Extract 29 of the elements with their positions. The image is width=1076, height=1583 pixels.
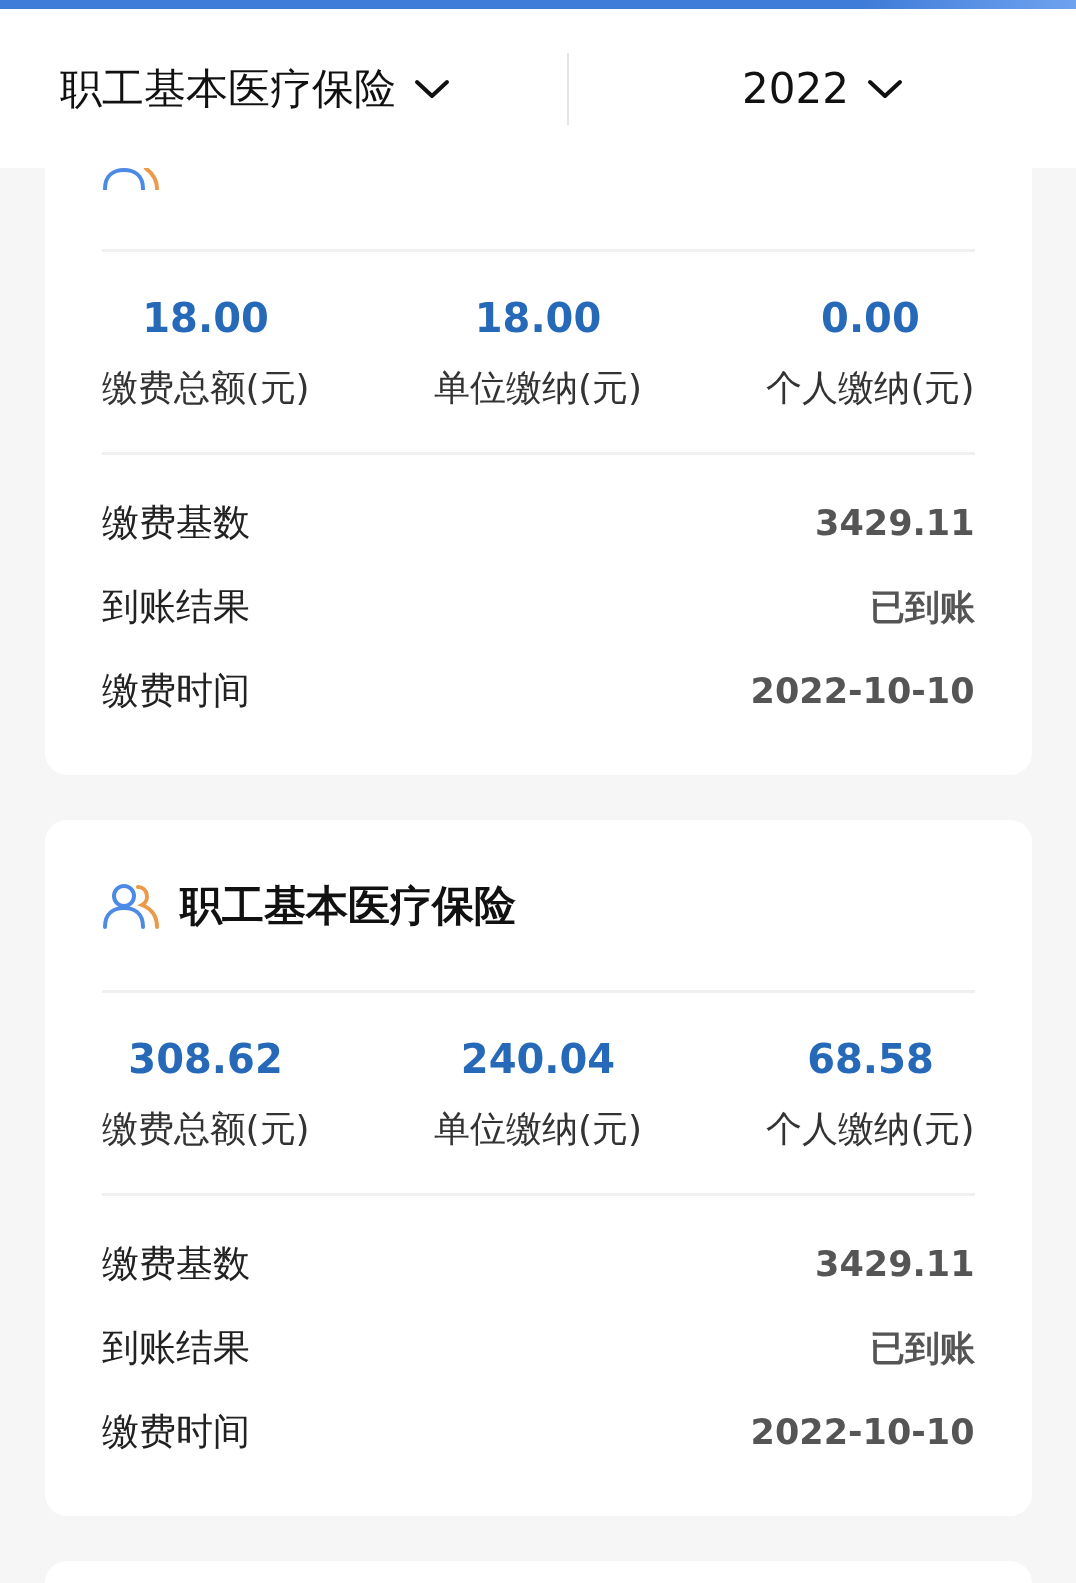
detail-value: 已到账 (869, 585, 975, 629)
detail-label: 到账结果 (101, 1325, 250, 1371)
detail-label: 缴费时间 (101, 1409, 250, 1455)
detail-value: 3429.11 (815, 1244, 975, 1284)
amount-value: 240.04 (460, 1035, 616, 1083)
chevron-down-icon (414, 77, 450, 100)
amount-label: 个人缴纳(元) (766, 1107, 975, 1151)
amount-label: 个人缴纳(元) (766, 366, 975, 410)
detail-label: 缴费基数 (101, 500, 250, 546)
detail-value: 已到账 (869, 1326, 975, 1370)
amount-value: 68.58 (807, 1035, 934, 1083)
detail-value: 3429.11 (815, 503, 975, 543)
amount-label: 单位缴纳(元) (433, 1107, 643, 1151)
detail-label: 缴费基数 (101, 1241, 250, 1287)
amount-value: 18.00 (142, 294, 269, 342)
detail-value: 2022-10-10 (750, 1412, 975, 1452)
amount-label: 单位缴纳(元) (433, 366, 643, 410)
detail-label: 到账结果 (101, 584, 250, 630)
amount-value: 308.62 (128, 1035, 283, 1083)
detail-label: 缴费时间 (101, 668, 250, 714)
insurance-dropdown[interactable]: 职工基本医疗保险 (0, 48, 567, 129)
detail-value: 2022-10-10 (750, 671, 975, 711)
amount-value: 18.00 (474, 294, 602, 342)
amount-label: 缴费总额(元) (101, 1107, 310, 1151)
chevron-down-icon (866, 77, 903, 100)
amount-value: 0.00 (821, 294, 920, 342)
card-title: 职工基本医疗保险 (179, 880, 516, 932)
amount-label: 缴费总额(元) (101, 366, 310, 410)
year-dropdown[interactable]: 2022 (569, 48, 1076, 129)
